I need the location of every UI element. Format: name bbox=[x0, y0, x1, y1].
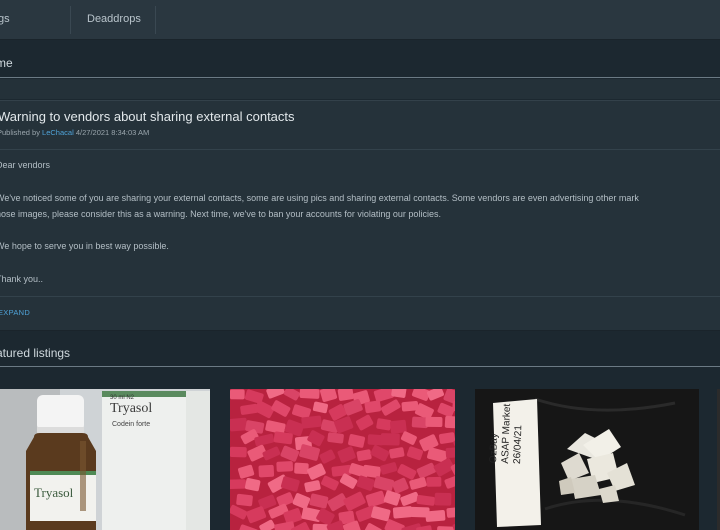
box-subtitle: Codein forte bbox=[112, 421, 151, 428]
nav-item-deaddrops[interactable]: Deaddrops bbox=[87, 0, 141, 39]
pill-shape bbox=[299, 389, 320, 399]
author-link[interactable]: LeChacal bbox=[42, 128, 74, 137]
published-by-label: Published by bbox=[0, 128, 40, 137]
announcement-panel: Warning to vendors about sharing externa… bbox=[0, 100, 720, 331]
pill-shape bbox=[230, 446, 247, 458]
pill-shape bbox=[445, 446, 455, 459]
listing-card-pills[interactable] bbox=[230, 389, 455, 530]
expand-link[interactable]: EXPAND bbox=[0, 308, 30, 317]
pill-shape bbox=[425, 510, 446, 522]
nav-item-listings[interactable]: gs bbox=[0, 0, 10, 39]
nav-separator bbox=[70, 6, 71, 34]
handwritten-note: OzBay ASAP Market 26/04/21 bbox=[488, 403, 526, 465]
pill-shape bbox=[426, 476, 442, 487]
announcement-closing: Thank you.. bbox=[0, 274, 44, 284]
top-navigation: gs Deaddrops bbox=[0, 0, 720, 40]
pill-shape bbox=[236, 493, 253, 507]
pill-shape bbox=[276, 461, 294, 472]
bottle-label: Tryasol bbox=[34, 485, 74, 500]
pill-shape bbox=[434, 492, 452, 506]
box-brand: Tryasol bbox=[110, 401, 153, 416]
pill-shape bbox=[294, 462, 309, 475]
home-title-rule bbox=[0, 77, 720, 78]
pill-shape bbox=[301, 415, 322, 429]
announcement-divider bbox=[0, 149, 720, 150]
pill-shape bbox=[392, 506, 413, 519]
announcement-title[interactable]: Warning to vendors about sharing externa… bbox=[0, 109, 295, 124]
announcement-body-line: We've noticed some of you are sharing yo… bbox=[0, 193, 639, 203]
featured-listings-title: atured listings bbox=[0, 346, 71, 360]
pill-shape bbox=[327, 432, 344, 444]
pink-pills-image bbox=[230, 389, 455, 530]
announcement-meta: Published by LeChacal 4/27/2021 8:34:03 … bbox=[0, 128, 149, 137]
listing-card-crystal[interactable]: OzBay ASAP Market 26/04/21 bbox=[475, 389, 699, 530]
home-title: me bbox=[0, 56, 13, 70]
announcement-greeting: Dear vendors bbox=[0, 160, 51, 170]
note-line: 26/04/21 bbox=[511, 424, 525, 465]
pill-shape bbox=[364, 400, 382, 414]
announcement-body-line: hose images, please consider this as a w… bbox=[0, 209, 441, 219]
announcement-body-line: We hope to serve you in best way possibl… bbox=[0, 241, 169, 251]
pill-shape bbox=[230, 479, 247, 490]
pill-shape bbox=[258, 464, 275, 478]
pill-shape bbox=[312, 523, 329, 530]
listing-card-codeine[interactable]: 30 ml N2 Tryasol Codein forte Tryasol bbox=[0, 389, 210, 530]
pill-shape bbox=[446, 506, 455, 518]
pill-shape bbox=[380, 433, 400, 446]
pill-shape bbox=[230, 417, 248, 432]
featured-title-rule bbox=[0, 366, 720, 367]
announcement-divider bbox=[0, 296, 720, 297]
announcement-timestamp: 4/27/2021 8:34:03 AM bbox=[75, 128, 150, 137]
pill-shape bbox=[444, 415, 455, 429]
pill-shape bbox=[230, 389, 245, 400]
home-band bbox=[0, 79, 720, 99]
codeine-bottle-image bbox=[0, 389, 210, 530]
nav-separator bbox=[155, 6, 156, 34]
pill-shape bbox=[425, 416, 443, 428]
